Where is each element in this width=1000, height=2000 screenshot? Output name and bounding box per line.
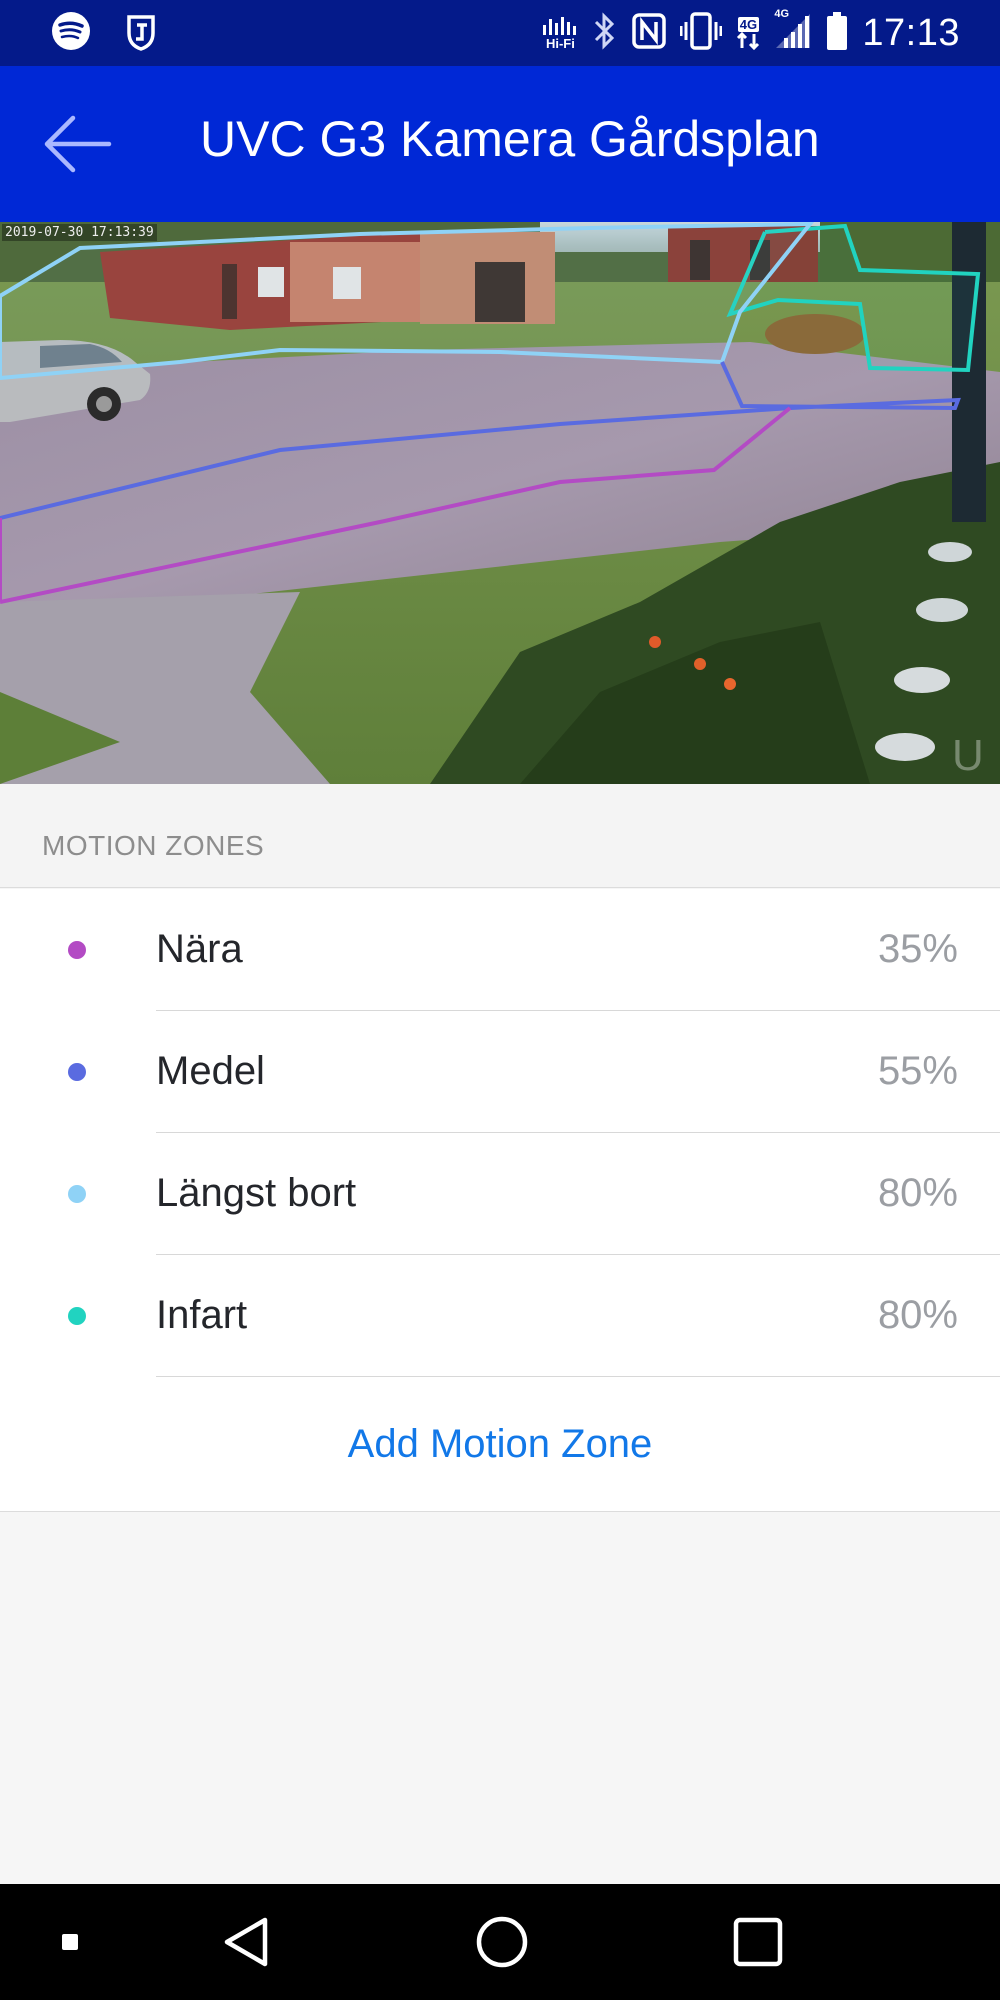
- bluetooth-icon: [592, 11, 618, 56]
- network-4g-icon: 4G: [736, 16, 760, 50]
- zone-color-dot: [68, 1063, 86, 1081]
- zone-sensitivity: 55%: [877, 1049, 958, 1093]
- nav-overview-button[interactable]: [722, 1906, 794, 1978]
- page-title: UVC G3 Kamera Gårdsplan: [200, 111, 820, 167]
- zone-name: Längst bort: [156, 1171, 357, 1215]
- overview-square-icon: [733, 1917, 783, 1967]
- zone-row-nara[interactable]: Nära 35%: [0, 889, 1000, 1011]
- app-notification-icon: [118, 8, 164, 54]
- camera-timestamp: 2019-07-30 17:13:39: [2, 224, 157, 241]
- status-bar: Hi-Fi 4G 4G 17:13: [0, 0, 1000, 66]
- add-motion-zone-button[interactable]: Add Motion Zone: [0, 1379, 1000, 1509]
- zone-name: Nära: [156, 927, 243, 971]
- network-label: 4G: [737, 16, 760, 32]
- vibrate-icon: [679, 11, 723, 55]
- back-arrow-icon: [44, 115, 112, 173]
- camera-preview[interactable]: U 2019-07-30 17:13:39: [0, 222, 1000, 784]
- app-bar: UVC G3 Kamera Gårdsplan: [0, 66, 1000, 222]
- motion-zone-list: Nära 35% Medel 55% Längst bort 80% Infar…: [0, 889, 1000, 1512]
- zone-row-langst-bort[interactable]: Längst bort 80%: [0, 1133, 1000, 1255]
- recent-apps-button[interactable]: [34, 1906, 106, 1978]
- zone-sensitivity: 80%: [877, 1171, 958, 1215]
- ubiquiti-watermark-icon: U: [952, 731, 984, 780]
- back-button[interactable]: [36, 102, 120, 186]
- zone-color-dot: [68, 1307, 86, 1325]
- zone-sensitivity: 35%: [877, 927, 958, 971]
- zone-row-medel[interactable]: Medel 55%: [0, 1011, 1000, 1133]
- nav-home-button[interactable]: [466, 1906, 538, 1978]
- zone-row-infart[interactable]: Infart 80%: [0, 1255, 1000, 1377]
- nfc-icon: [632, 12, 667, 54]
- spotify-icon: [48, 8, 94, 54]
- zone-name: Infart: [156, 1293, 248, 1337]
- camera-image: U: [0, 222, 1000, 784]
- recent-apps-icon: [62, 1934, 78, 1950]
- home-circle-icon: [476, 1916, 528, 1968]
- signal-icon: 4G: [774, 8, 812, 55]
- signal-label: 4G: [774, 7, 790, 20]
- system-nav-bar: [0, 1884, 1000, 2000]
- nav-back-button[interactable]: [210, 1906, 282, 1978]
- motion-zones-header: MOTION ZONES: [0, 784, 1000, 888]
- zone-name: Medel: [156, 1049, 265, 1093]
- row-divider: [156, 1376, 1000, 1377]
- zone-color-dot: [68, 941, 86, 959]
- zone-color-dot: [68, 1185, 86, 1203]
- back-triangle-icon: [224, 1917, 268, 1967]
- hifi-icon: Hi-Fi: [542, 16, 578, 51]
- section-title: MOTION ZONES: [42, 830, 265, 861]
- clock: 17:13: [862, 11, 960, 54]
- zone-sensitivity: 80%: [877, 1293, 958, 1337]
- hifi-label: Hi-Fi: [545, 35, 575, 51]
- battery-icon: [826, 11, 848, 56]
